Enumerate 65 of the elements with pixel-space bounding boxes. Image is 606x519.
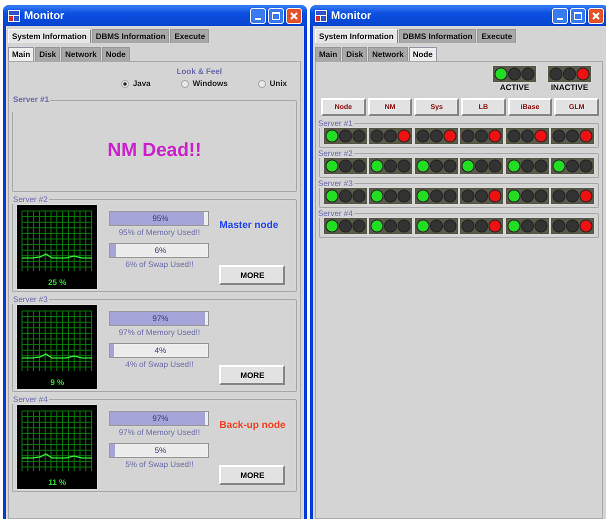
minimize-button[interactable] [552,8,568,24]
bar-percent: 4% [154,346,168,355]
bar-percent: 97% [151,414,170,423]
server-label: Server #4 [12,395,49,404]
cpu-reading: 9 % [50,378,64,387]
window-title: Monitor [331,10,372,22]
more-button[interactable]: MORE [219,365,286,385]
bar-caption: 97% of Memory Used!! [118,428,202,437]
close-icon [290,12,298,20]
radio-button[interactable]: Unix [258,79,287,88]
tab[interactable]: Node [102,47,130,61]
server-label: Server #3 [12,295,49,304]
server-label: Server #3 [317,179,354,188]
tab[interactable]: Disk [342,47,368,61]
app-icon [315,10,327,22]
maximize-icon [574,12,582,20]
tab[interactable]: Main [8,47,34,61]
bar-percent: 5% [154,446,168,455]
tab[interactable]: Execute [477,29,516,43]
tab[interactable]: System Information [8,29,91,43]
node-role: Back-up node [219,419,286,433]
radio-button[interactable]: Windows [180,79,228,88]
tab[interactable]: Network [368,47,408,61]
bar-caption: 5% of Swap Used!! [124,460,194,469]
status-message: NM Dead!! [108,139,202,163]
minimize-button[interactable] [250,8,266,24]
maximize-icon [272,12,280,20]
bar-caption: 95% of Memory Used!! [118,228,202,237]
bar-caption: 97% of Memory Used!! [118,328,202,337]
tab[interactable]: Network [61,47,101,61]
group-label: Look & Feel [176,67,222,76]
minimize-icon [557,18,563,20]
tab[interactable]: DBMS Information [398,29,476,43]
node-role: Master node [219,219,278,233]
window-title: Monitor [24,10,66,22]
bar-caption: 6% of Swap Used!! [124,260,194,269]
server-label: Server #1 [12,94,50,106]
more-button[interactable]: MORE [219,465,286,485]
cpu-reading: 25 % [48,278,66,287]
legend-label: ACTIVE [500,83,530,92]
tab[interactable]: Node [408,47,437,61]
close-button[interactable] [286,8,302,24]
server-label: Server #4 [317,209,354,218]
maximize-button[interactable] [570,8,586,24]
maximize-button[interactable] [268,8,284,24]
tab[interactable]: Main [315,47,342,61]
bar-caption: 4% of Swap Used!! [124,360,194,369]
server-label: Server #2 [317,149,354,158]
cpu-reading: 11 % [48,478,66,487]
server-label: Server #2 [12,195,49,204]
close-button[interactable] [588,8,604,24]
server-label: Server #1 [317,119,354,128]
tab[interactable]: Disk [35,47,60,61]
tab[interactable]: Execute [170,29,210,43]
tab[interactable]: DBMS Information [92,29,170,43]
tab[interactable]: System Information [315,29,398,43]
legend-label: INACTIVE [550,83,588,92]
radio-button[interactable]: Java [120,79,151,88]
app-icon [8,10,20,22]
bar-percent: 95% [151,214,170,223]
close-icon [592,12,600,20]
minimize-icon [255,18,261,20]
bar-percent: 6% [154,246,168,255]
more-button[interactable]: MORE [219,265,286,285]
bar-percent: 97% [151,314,170,323]
